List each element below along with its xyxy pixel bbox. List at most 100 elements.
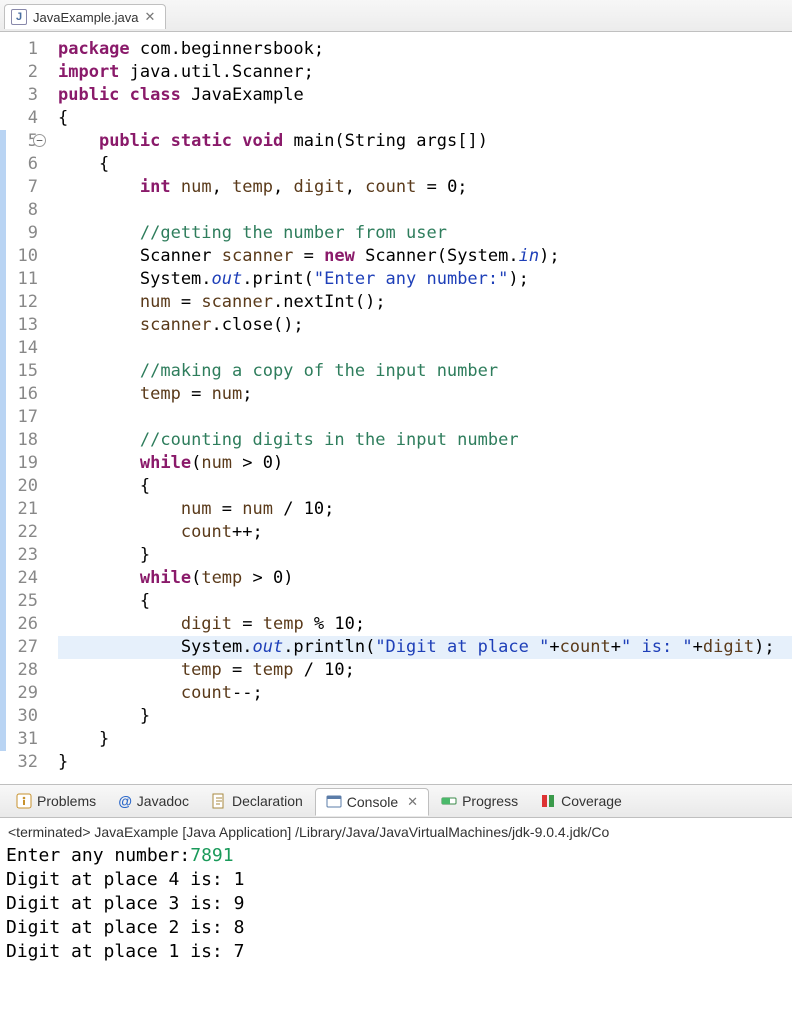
code-area[interactable]: package com.beginnersbook;import java.ut… <box>48 38 792 774</box>
bottom-view-tabs: Problems @ Javadoc Declaration Console ✕… <box>0 784 792 818</box>
code-line[interactable]: package com.beginnersbook; <box>58 38 792 61</box>
code-line[interactable]: //getting the number from user <box>58 222 792 245</box>
fold-toggle-icon[interactable]: − <box>33 134 46 147</box>
code-line[interactable]: scanner.close(); <box>58 314 792 337</box>
tab-coverage[interactable]: Coverage <box>530 788 632 814</box>
code-editor[interactable]: 12345−6789101112131415161718192021222324… <box>0 32 792 774</box>
tab-javadoc[interactable]: @ Javadoc <box>108 788 199 814</box>
line-number: 24 <box>0 567 38 590</box>
line-number: 16 <box>0 383 38 406</box>
code-line[interactable]: public static void main(String args[]) <box>58 130 792 153</box>
line-number: 12 <box>0 291 38 314</box>
line-number: 20 <box>0 475 38 498</box>
line-number: 22 <box>0 521 38 544</box>
code-line[interactable]: temp = num; <box>58 383 792 406</box>
line-number: 6 <box>0 153 38 176</box>
line-number: 3 <box>0 84 38 107</box>
code-line[interactable]: { <box>58 153 792 176</box>
line-number: 31 <box>0 728 38 751</box>
code-line[interactable]: Scanner scanner = new Scanner(System.in)… <box>58 245 792 268</box>
tab-label: Console <box>347 794 398 810</box>
tab-label: Declaration <box>232 793 303 809</box>
code-line[interactable]: } <box>58 705 792 728</box>
code-line[interactable]: num = scanner.nextInt(); <box>58 291 792 314</box>
code-line[interactable]: count--; <box>58 682 792 705</box>
code-line[interactable]: temp = temp / 10; <box>58 659 792 682</box>
coverage-icon <box>540 793 556 809</box>
code-line[interactable]: while(temp > 0) <box>58 567 792 590</box>
line-number: 27 <box>0 636 38 659</box>
code-line[interactable]: } <box>58 728 792 751</box>
line-number: 5− <box>0 130 38 153</box>
line-number: 25 <box>0 590 38 613</box>
code-line[interactable]: int num, temp, digit, count = 0; <box>58 176 792 199</box>
line-number: 4 <box>0 107 38 130</box>
editor-tab-label: JavaExample.java <box>33 10 139 25</box>
problems-icon <box>16 793 32 809</box>
code-line[interactable]: import java.util.Scanner; <box>58 61 792 84</box>
line-number: 14 <box>0 337 38 360</box>
editor-tab-bar: J JavaExample.java ✕ <box>0 0 792 32</box>
line-number-gutter: 12345−6789101112131415161718192021222324… <box>0 38 48 774</box>
console-output[interactable]: Enter any number:7891Digit at place 4 is… <box>0 844 792 974</box>
console-line: Digit at place 1 is: 7 <box>6 940 784 964</box>
code-line[interactable] <box>58 337 792 360</box>
tab-label: Coverage <box>561 793 622 809</box>
code-line[interactable] <box>58 406 792 429</box>
line-number: 29 <box>0 682 38 705</box>
console-line: Digit at place 4 is: 1 <box>6 868 784 892</box>
line-number: 9 <box>0 222 38 245</box>
tab-progress[interactable]: Progress <box>431 788 528 814</box>
tab-label: Javadoc <box>137 793 189 809</box>
line-number: 17 <box>0 406 38 429</box>
line-number: 28 <box>0 659 38 682</box>
line-number: 23 <box>0 544 38 567</box>
javadoc-icon: @ <box>118 793 132 809</box>
editor-tab[interactable]: J JavaExample.java ✕ <box>4 4 166 29</box>
console-line: Digit at place 3 is: 9 <box>6 892 784 916</box>
line-number: 10 <box>0 245 38 268</box>
line-number: 7 <box>0 176 38 199</box>
code-line[interactable]: num = num / 10; <box>58 498 792 521</box>
declaration-icon <box>211 793 227 809</box>
line-number: 30 <box>0 705 38 728</box>
tab-label: Progress <box>462 793 518 809</box>
code-line[interactable]: } <box>58 544 792 567</box>
line-number: 2 <box>0 61 38 84</box>
line-number: 19 <box>0 452 38 475</box>
java-file-icon: J <box>11 9 27 25</box>
line-number: 8 <box>0 199 38 222</box>
line-number: 26 <box>0 613 38 636</box>
code-line[interactable]: digit = temp % 10; <box>58 613 792 636</box>
code-line[interactable] <box>58 199 792 222</box>
code-line[interactable]: //counting digits in the input number <box>58 429 792 452</box>
line-number: 32 <box>0 751 38 774</box>
progress-icon <box>441 793 457 809</box>
code-line[interactable]: { <box>58 590 792 613</box>
console-header: <terminated> JavaExample [Java Applicati… <box>0 818 792 844</box>
console-line: Enter any number:7891 <box>6 844 784 868</box>
tab-label: Problems <box>37 793 96 809</box>
tab-declaration[interactable]: Declaration <box>201 788 313 814</box>
close-icon[interactable]: ✕ <box>145 9 156 25</box>
line-number: 21 <box>0 498 38 521</box>
close-icon[interactable]: ✕ <box>407 794 418 810</box>
code-line[interactable]: System.out.print("Enter any number:"); <box>58 268 792 291</box>
code-line[interactable]: count++; <box>58 521 792 544</box>
code-line[interactable]: } <box>58 751 792 774</box>
line-number: 11 <box>0 268 38 291</box>
tab-problems[interactable]: Problems <box>6 788 106 814</box>
code-line[interactable]: //making a copy of the input number <box>58 360 792 383</box>
console-icon <box>326 794 342 810</box>
line-number: 13 <box>0 314 38 337</box>
tab-console[interactable]: Console ✕ <box>315 788 429 816</box>
code-line[interactable]: { <box>58 107 792 130</box>
line-number: 18 <box>0 429 38 452</box>
line-number: 1 <box>0 38 38 61</box>
code-line[interactable]: System.out.println("Digit at place "+cou… <box>58 636 792 659</box>
code-line[interactable]: while(num > 0) <box>58 452 792 475</box>
code-line[interactable]: public class JavaExample <box>58 84 792 107</box>
line-number: 15 <box>0 360 38 383</box>
console-line: Digit at place 2 is: 8 <box>6 916 784 940</box>
code-line[interactable]: { <box>58 475 792 498</box>
